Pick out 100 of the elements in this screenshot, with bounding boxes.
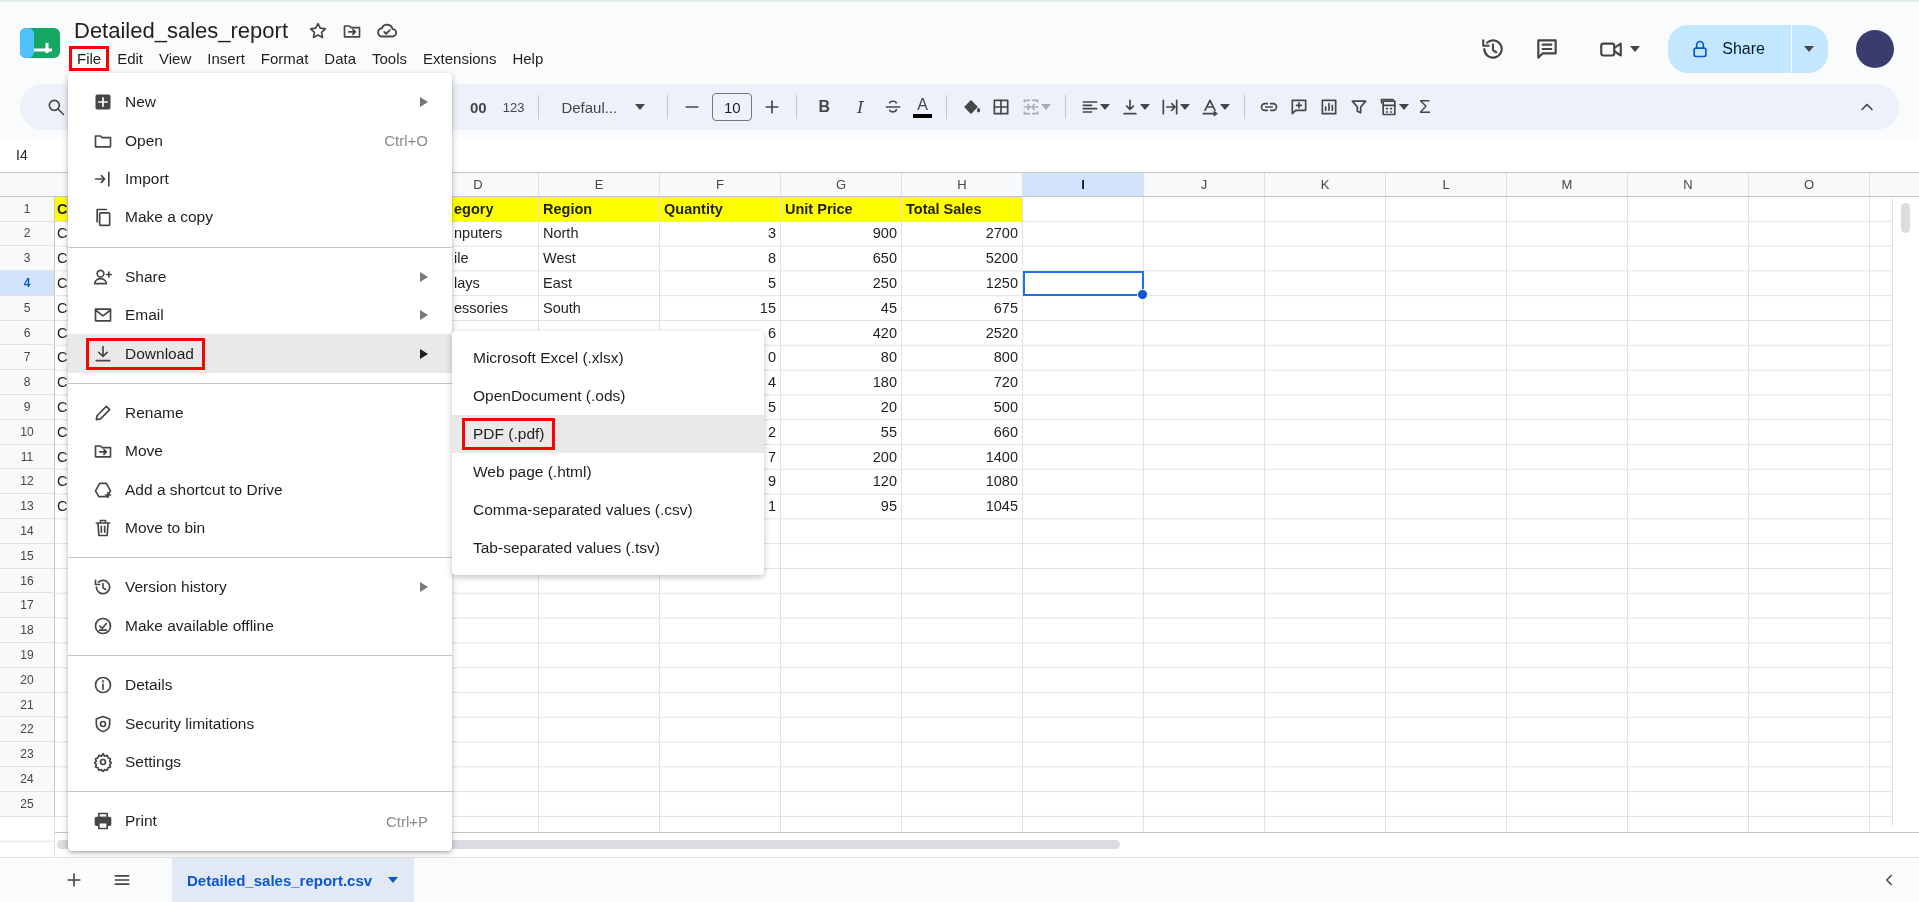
menu-item[interactable]: Move	[68, 432, 452, 471]
caret-icon[interactable]	[1219, 104, 1230, 110]
menu-item[interactable]: Download	[68, 334, 452, 373]
menu-item[interactable]: Email	[68, 295, 452, 335]
menu-item[interactable]: Security limitations	[68, 704, 452, 743]
menu-item[interactable]: Microsoft Excel (.xlsx)	[452, 339, 764, 377]
row-header[interactable]: 22	[0, 717, 55, 743]
row-header[interactable]: 6	[0, 320, 55, 346]
menu-item[interactable]: Insert	[199, 46, 253, 71]
column-header[interactable]: N	[1628, 172, 1749, 196]
row-header[interactable]: 12	[0, 469, 55, 495]
row-header[interactable]: 7	[0, 345, 55, 371]
row-header[interactable]: 10	[0, 419, 55, 445]
font-size-field[interactable]: 10	[712, 93, 753, 121]
caret-icon[interactable]	[1398, 104, 1409, 110]
copy-icon	[93, 207, 113, 228]
menu-item[interactable]: Tab-separated values (.tsv)	[452, 529, 764, 567]
decimal-button[interactable]: 00	[470, 98, 487, 116]
column-header[interactable]: E	[539, 172, 660, 196]
column-header[interactable]: O	[1749, 172, 1870, 196]
row-header[interactable]: 8	[0, 370, 55, 396]
row-header[interactable]: 15	[0, 543, 55, 569]
menu-item[interactable]: File	[69, 46, 110, 71]
search-icon[interactable]	[46, 97, 66, 117]
bold-button[interactable]: B	[811, 98, 838, 116]
column-header[interactable]: F	[660, 172, 781, 196]
star-icon[interactable]	[308, 21, 329, 41]
menu-item[interactable]: Edit	[109, 46, 152, 71]
menu-item[interactable]: Print Ctrl+P	[68, 802, 452, 841]
menu-item[interactable]: Tools	[364, 46, 416, 71]
menu-item[interactable]: Version history	[68, 568, 452, 607]
menu-item[interactable]: Make available offline	[68, 606, 452, 646]
column-header[interactable]: M	[1507, 172, 1628, 196]
document-title[interactable]: Detailed_sales_report	[72, 18, 295, 44]
menu-item[interactable]: Comma-separated values (.csv)	[452, 491, 764, 529]
caret-icon[interactable]	[1139, 104, 1150, 110]
column-header[interactable]: K	[1265, 172, 1386, 196]
table-cell: 800	[993, 349, 1018, 366]
table-cell: 8	[767, 250, 776, 267]
menu-item[interactable]: Data	[316, 46, 364, 71]
menu-item[interactable]: Move to bin	[68, 508, 452, 548]
caret-icon[interactable]	[635, 104, 646, 110]
caret-icon[interactable]	[1804, 46, 1814, 52]
column-header[interactable]: I	[1023, 172, 1144, 196]
row-header[interactable]: 5	[0, 295, 55, 321]
menu-item[interactable]: Settings	[68, 742, 452, 782]
row-header[interactable]: 9	[0, 395, 55, 420]
row-header[interactable]: 20	[0, 667, 55, 693]
row-header[interactable]: 11	[0, 444, 55, 470]
row-header[interactable]: 3	[0, 246, 55, 272]
caret-icon[interactable]	[1179, 104, 1190, 110]
vertical-scrollbar[interactable]	[1892, 196, 1919, 828]
menu-item[interactable]: Share	[68, 257, 452, 296]
row-header[interactable]: 21	[0, 692, 55, 718]
text-color-button[interactable]: A	[913, 96, 932, 118]
row-header[interactable]: 4	[0, 271, 55, 296]
menu-item[interactable]: Web page (.html)	[452, 453, 764, 491]
menu-item[interactable]: PDF (.pdf)	[452, 415, 764, 453]
font-dropdown[interactable]: Defaul...	[553, 98, 654, 116]
sheets-logo[interactable]	[20, 28, 60, 58]
table-cell: 900	[872, 225, 897, 242]
row-header[interactable]: 25	[0, 791, 55, 817]
menu-item[interactable]: Open Ctrl+O	[68, 121, 452, 160]
column-header[interactable]: G	[781, 172, 902, 196]
column-header[interactable]: L	[1386, 172, 1507, 196]
row-header[interactable]: 14	[0, 519, 55, 544]
row-header[interactable]: 17	[0, 593, 55, 619]
menu-item[interactable]: Extensions	[415, 46, 505, 71]
caret-icon[interactable]	[1099, 104, 1110, 110]
caret-icon[interactable]	[1630, 46, 1641, 52]
calculator-icon[interactable]	[1378, 97, 1399, 117]
sheet-tab[interactable]: Detailed_sales_report.csv	[172, 858, 415, 902]
table-cell-text: C	[56, 348, 68, 368]
name-box[interactable]: I4	[16, 146, 28, 163]
row-header[interactable]: 19	[0, 643, 55, 668]
menu-item[interactable]: Add a shortcut to Drive	[68, 470, 452, 509]
row-header[interactable]: 24	[0, 767, 55, 792]
row-header[interactable]: 23	[0, 742, 55, 768]
format-button[interactable]: 123	[502, 99, 525, 115]
menu-item[interactable]: Format	[252, 46, 317, 71]
row-header[interactable]: 1	[0, 196, 55, 222]
row-header[interactable]: 16	[0, 568, 55, 594]
share-button[interactable]: Share	[1668, 25, 1828, 73]
table-cell: North	[543, 225, 579, 242]
table-cell: 95	[880, 498, 897, 515]
table-cell: 45	[880, 299, 897, 316]
avatar[interactable]	[1856, 30, 1894, 68]
menu-item[interactable]: Details	[68, 666, 452, 705]
menu-item[interactable]: View	[151, 46, 200, 71]
row-header[interactable]: 2	[0, 221, 55, 247]
menu-item[interactable]: Help	[504, 46, 552, 71]
table-cell: 6	[767, 324, 776, 341]
row-header[interactable]: 13	[0, 494, 55, 520]
menu-item[interactable]: Rename	[68, 393, 452, 433]
column-header[interactable]: J	[1144, 172, 1265, 196]
menu-item[interactable]: OpenDocument (.ods)	[452, 377, 764, 415]
italic-button[interactable]: I	[847, 97, 874, 117]
functions-button[interactable]: Σ	[1418, 96, 1431, 118]
row-header[interactable]: 18	[0, 618, 55, 644]
menu-item[interactable]: New	[68, 83, 452, 122]
